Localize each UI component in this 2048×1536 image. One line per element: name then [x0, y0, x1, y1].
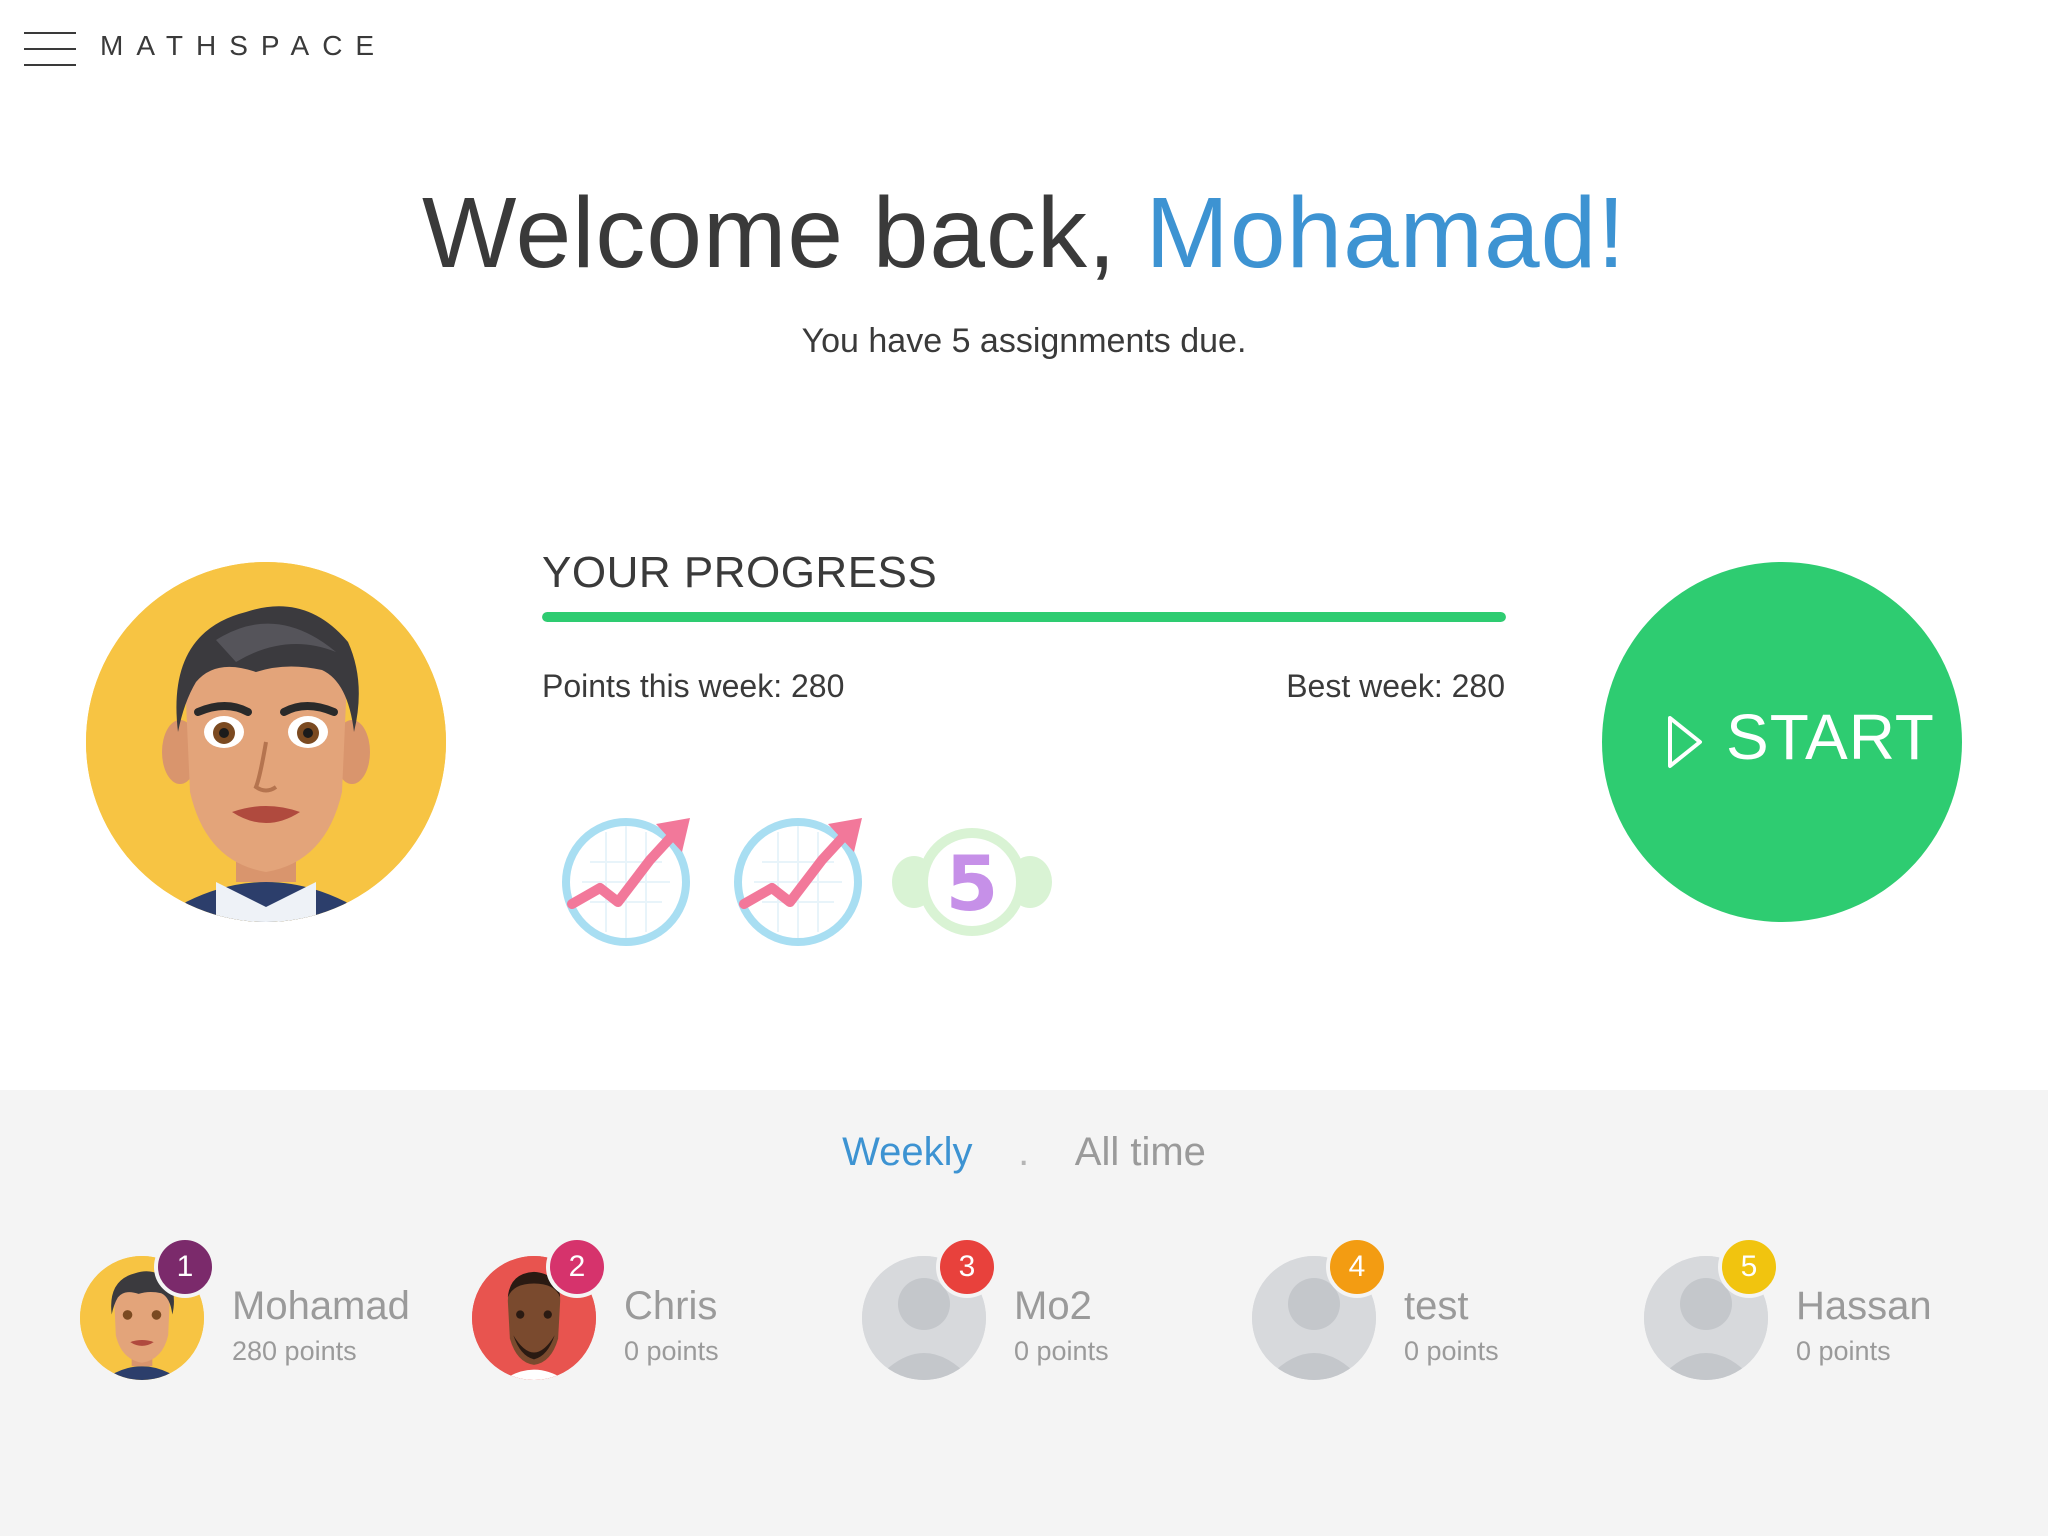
trend-up-badge-icon[interactable] — [560, 812, 700, 952]
progress-fill — [542, 612, 1506, 622]
tab-all-time[interactable]: All time — [1075, 1130, 1206, 1175]
top-bar: MATHSPACE — [0, 0, 2048, 100]
leaderboard-entry[interactable]: 4 test 0 points — [1252, 1236, 1612, 1386]
start-button[interactable]: START — [1602, 562, 1962, 922]
leaderboard-tabs: Weekly . All time — [0, 1130, 2048, 1175]
entry-points: 0 points — [1404, 1336, 1499, 1366]
assignments-due-text: You have 5 assignments due. — [801, 322, 1247, 360]
leaderboard: Weekly . All time 1 Mohamad 280 points 2… — [0, 1090, 2048, 1536]
leaderboard-entry[interactable]: 1 Mohamad 280 points — [80, 1236, 440, 1386]
streak-5-badge-icon[interactable]: 5 — [892, 812, 1052, 952]
boy-avatar-icon — [86, 562, 446, 922]
svg-text:5: 5 — [946, 839, 999, 928]
rank-badge: 3 — [936, 1236, 998, 1298]
rank-badge: 2 — [546, 1236, 608, 1298]
entry-name: test — [1404, 1284, 1469, 1328]
entry-name: Hassan — [1796, 1284, 1932, 1328]
leaderboard-entry[interactable]: 5 Hassan 0 points — [1644, 1236, 2004, 1386]
start-label: START — [1726, 701, 1935, 773]
rank-badge: 4 — [1326, 1236, 1388, 1298]
tab-weekly[interactable]: Weekly — [842, 1130, 972, 1175]
badges-row: 5 — [560, 812, 1060, 952]
leaderboard-entry[interactable]: 2 Chris 0 points — [472, 1236, 832, 1386]
entry-points: 0 points — [1796, 1336, 1891, 1366]
entry-name: Mohamad — [232, 1284, 410, 1328]
rank-badge: 1 — [154, 1236, 216, 1298]
progress-bar — [542, 612, 1506, 622]
welcome-heading: Welcome back, Mohamad! — [0, 176, 2048, 291]
trend-up-badge-icon[interactable] — [732, 812, 872, 952]
entry-points: 280 points — [232, 1336, 357, 1366]
entry-points: 0 points — [624, 1336, 719, 1366]
best-week: Best week: 280 — [1286, 668, 1505, 704]
leaderboard-entry[interactable]: 3 Mo2 0 points — [862, 1236, 1222, 1386]
entry-name: Chris — [624, 1284, 718, 1328]
welcome-name: Mohamad! — [1145, 177, 1626, 289]
menu-icon[interactable] — [24, 32, 76, 66]
brand-logo: MATHSPACE — [100, 30, 388, 61]
tab-separator: . — [1018, 1130, 1030, 1174]
play-icon — [1668, 716, 1702, 768]
rank-badge: 5 — [1718, 1236, 1780, 1298]
user-avatar[interactable] — [86, 562, 446, 922]
entry-name: Mo2 — [1014, 1284, 1092, 1328]
entry-points: 0 points — [1014, 1336, 1109, 1366]
welcome-greeting: Welcome back, — [422, 177, 1146, 289]
points-this-week: Points this week: 280 — [542, 668, 845, 704]
progress-title: YOUR PROGRESS — [542, 548, 938, 597]
